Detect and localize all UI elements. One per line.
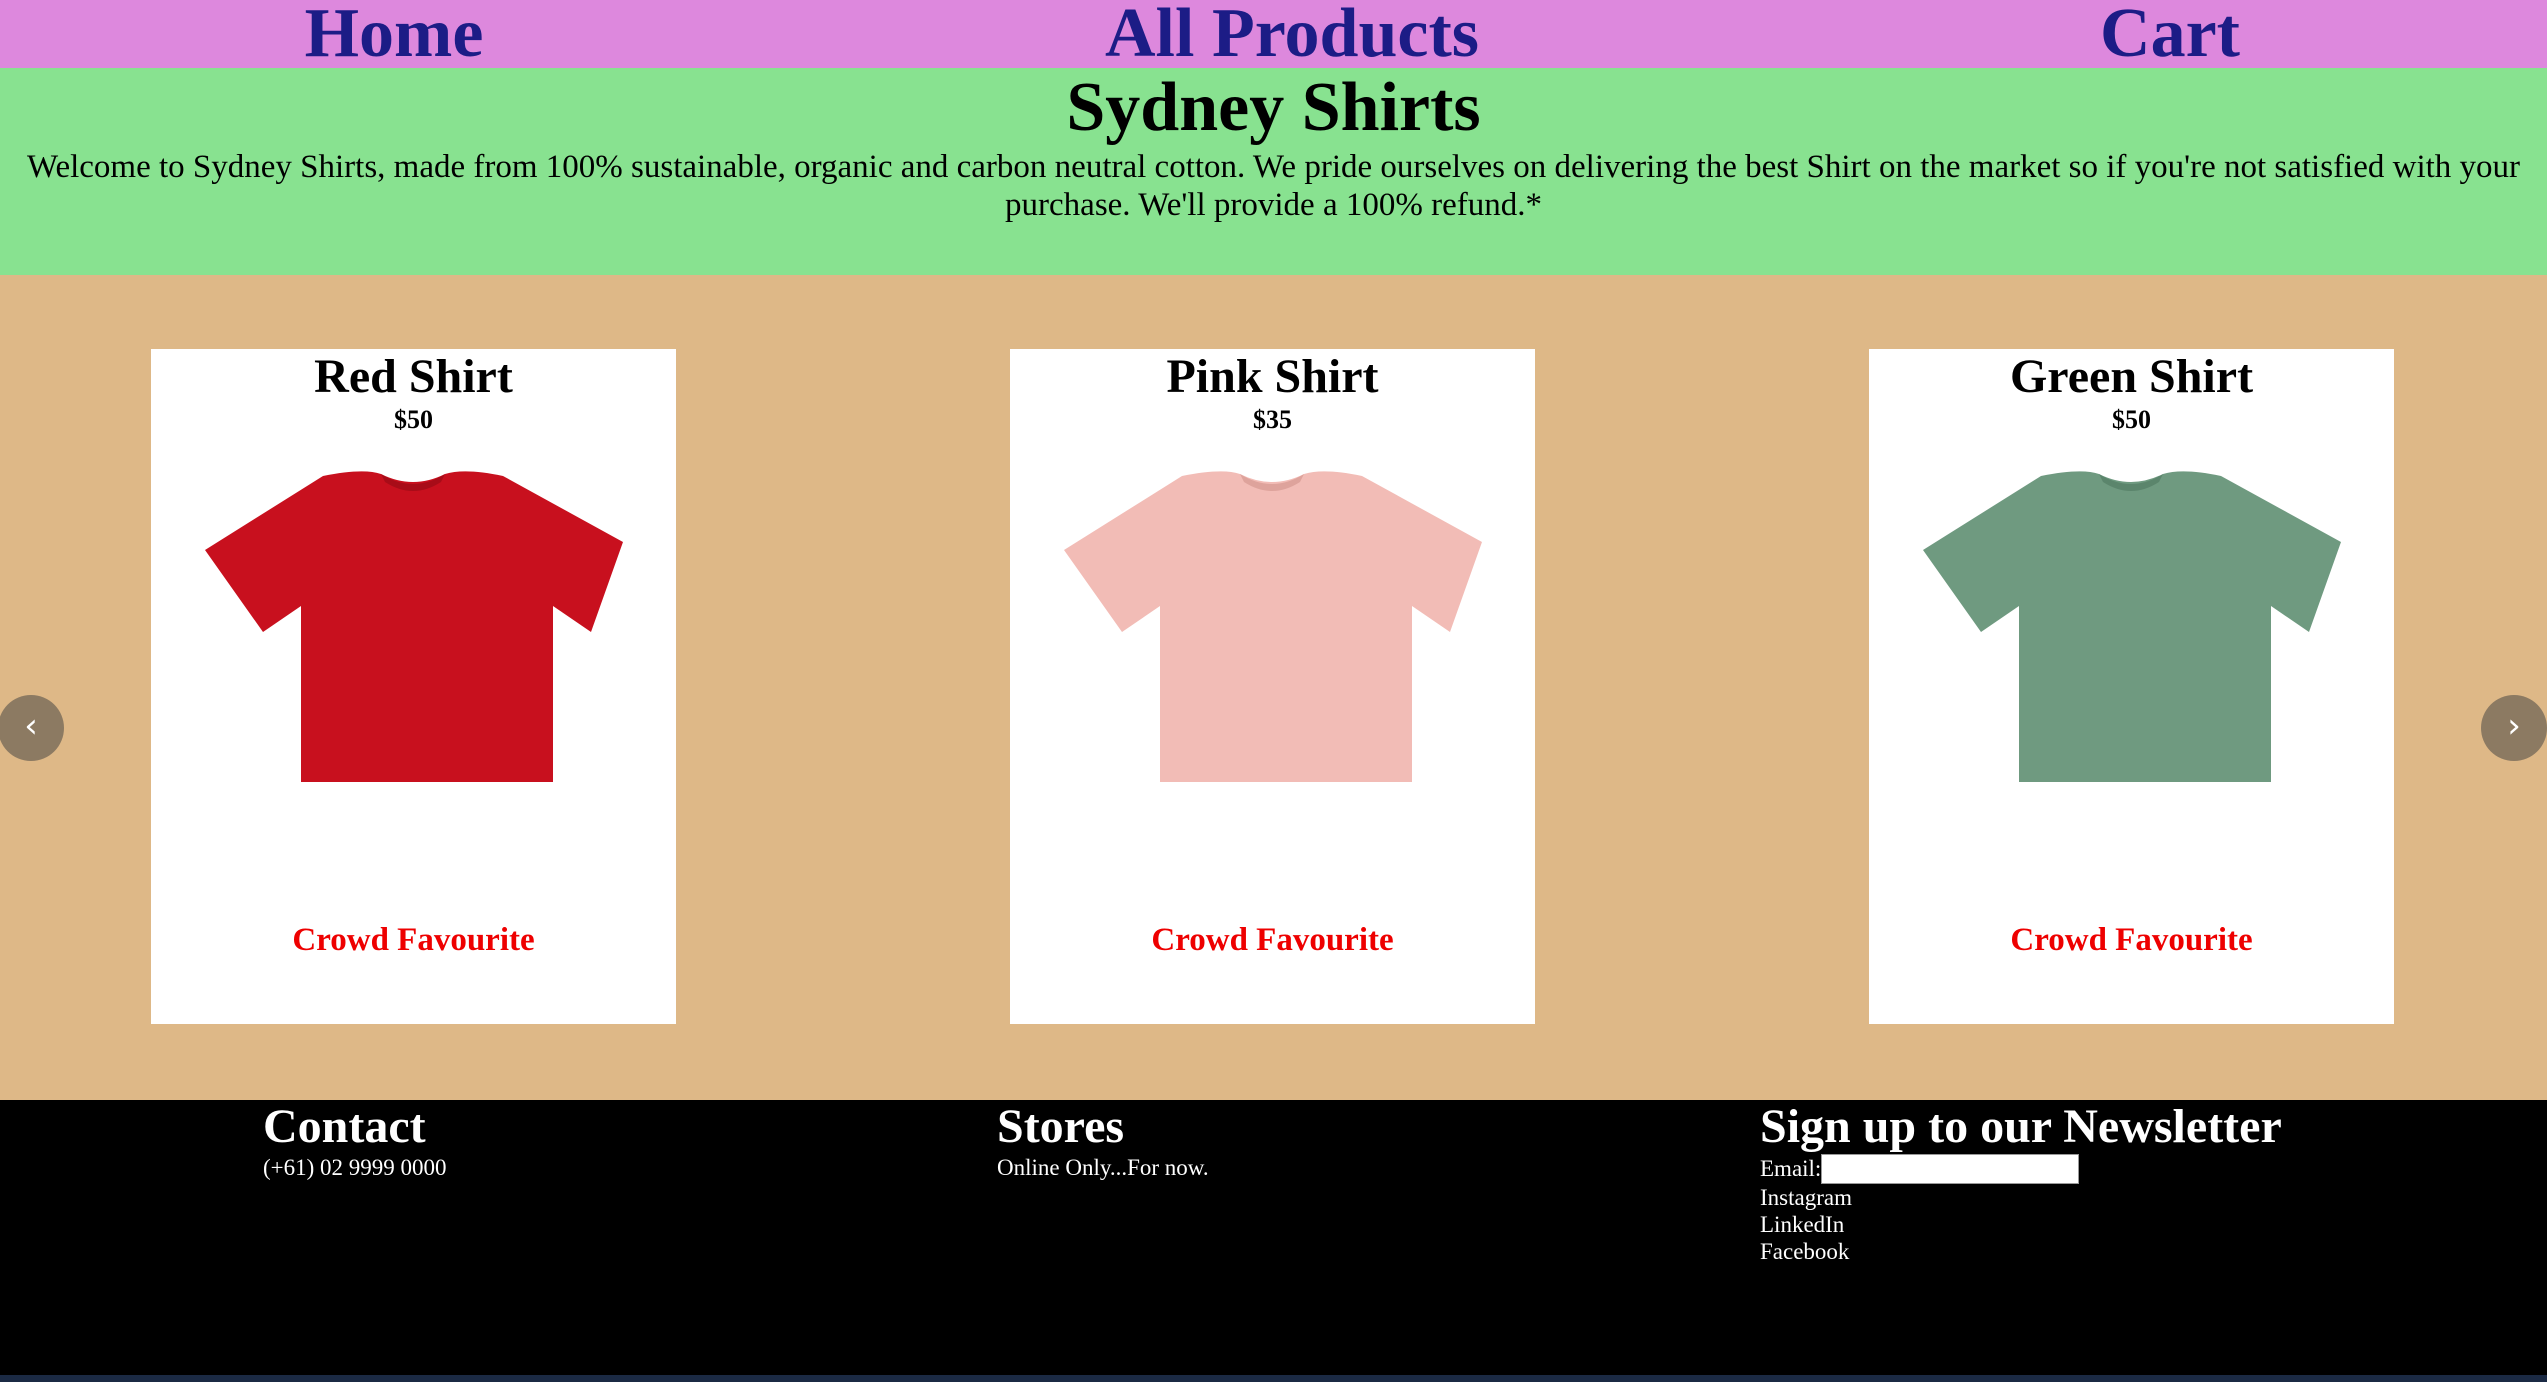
nav-all-products-link[interactable]: All Products — [1105, 0, 1479, 74]
product-name: Pink Shirt — [1166, 350, 1379, 403]
footer-contact: Contact (+61) 02 9999 0000 — [263, 1100, 447, 1181]
tshirt-image — [205, 471, 623, 782]
product-price: $50 — [394, 405, 433, 434]
top-nav: Home All Products Cart — [0, 0, 2547, 72]
stores-text: Online Only...For now. — [997, 1155, 1209, 1180]
tshirt-image — [1923, 471, 2341, 782]
footer-newsletter: Sign up to our Newsletter Email: Instagr… — [1760, 1100, 2282, 1265]
hero-banner: Sydney Shirts Welcome to Sydney Shirts, … — [0, 68, 2547, 275]
product-carousel: Red Shirt $50 Crowd Favourite Pink Shirt… — [0, 275, 2547, 1100]
linkedin-link[interactable]: LinkedIn — [1760, 1211, 2282, 1238]
email-input[interactable] — [1821, 1154, 2080, 1184]
carousel-next-button[interactable]: › — [2481, 695, 2547, 761]
product-card-green-shirt[interactable]: Green Shirt $50 Crowd Favourite — [1869, 349, 2394, 1024]
carousel-prev-button[interactable]: ‹ — [0, 695, 64, 761]
newsletter-heading: Sign up to our Newsletter — [1760, 1100, 2282, 1153]
contact-heading: Contact — [263, 1100, 426, 1153]
taskbar-edge — [0, 1375, 2547, 1382]
product-card-red-shirt[interactable]: Red Shirt $50 Crowd Favourite — [151, 349, 676, 1024]
product-name: Green Shirt — [2009, 350, 2254, 403]
product-price: $50 — [2112, 405, 2151, 434]
product-price: $35 — [1253, 405, 1292, 434]
product-badge: Crowd Favourite — [2010, 922, 2253, 958]
product-card-pink-shirt[interactable]: Pink Shirt $35 Crowd Favourite — [1010, 349, 1535, 1024]
welcome-text: Welcome to Sydney Shirts, made from 100%… — [26, 149, 2521, 223]
stores-heading: Stores — [997, 1100, 1125, 1153]
product-badge: Crowd Favourite — [1151, 922, 1394, 958]
nav-home-link[interactable]: Home — [305, 0, 484, 74]
contact-phone: (+61) 02 9999 0000 — [263, 1155, 447, 1180]
facebook-link[interactable]: Facebook — [1760, 1238, 2282, 1265]
instagram-link[interactable]: Instagram — [1760, 1184, 2282, 1211]
product-badge: Crowd Favourite — [292, 922, 535, 958]
nav-cart-link[interactable]: Cart — [2100, 0, 2240, 74]
page-title: Sydney Shirts — [1066, 69, 1481, 146]
footer: Contact (+61) 02 9999 0000 Stores Online… — [0, 1100, 2547, 1375]
product-name: Red Shirt — [314, 350, 513, 403]
email-label: Email: — [1760, 1156, 1822, 1181]
footer-stores: Stores Online Only...For now. — [997, 1100, 1209, 1181]
tshirt-image — [1064, 471, 1482, 782]
email-row: Email: — [1760, 1154, 2282, 1184]
